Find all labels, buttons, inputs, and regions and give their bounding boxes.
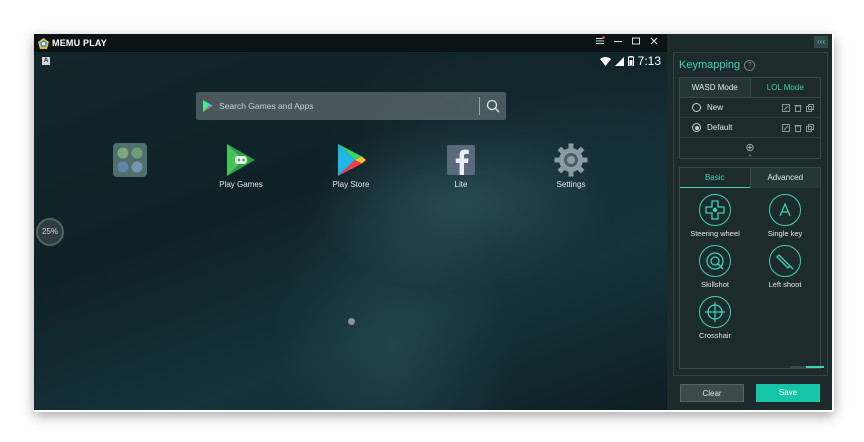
search-divider	[479, 97, 480, 115]
app-logo: MEMU PLAY	[38, 37, 107, 49]
app-label: Play Store	[332, 180, 370, 189]
signal-icon	[614, 56, 624, 66]
delete-icon[interactable]	[794, 104, 802, 112]
key-label: Single key	[767, 229, 803, 238]
radio-button-selected[interactable]	[692, 123, 701, 132]
play-store-icon	[338, 144, 366, 176]
left-shoot-icon	[769, 245, 801, 277]
key-left-shoot[interactable]: Left shoot	[750, 245, 820, 289]
search-bar[interactable]: Search Games and Apps	[196, 92, 506, 120]
progress-indicator: 25%	[36, 218, 64, 246]
notification-badge: A	[42, 57, 50, 65]
profile-row-default[interactable]: Default	[680, 118, 820, 138]
panel-title: Keymapping ?	[679, 59, 827, 71]
profile-name: Default	[707, 123, 733, 132]
title-bar: MEMU PLAY	[34, 34, 667, 52]
key-steering-wheel[interactable]: Steering wheel	[680, 194, 750, 238]
radio-button[interactable]	[692, 103, 701, 112]
scroll-indicator[interactable]	[790, 366, 824, 368]
emulator-window: MEMU PLAY A 7:13 Search Games and Apps P…	[34, 34, 832, 410]
save-button[interactable]: Save	[756, 384, 820, 402]
minimize-icon[interactable]	[613, 36, 623, 48]
crosshair-icon	[699, 296, 731, 328]
app-label: Lite	[454, 180, 468, 189]
keymapping-panel: ‹‹‹ Keymapping ? WASD Mode LOL Mode New	[667, 34, 832, 410]
play-games-icon	[227, 144, 255, 176]
app-title: MEMU PLAY	[52, 38, 107, 48]
collapse-panel-button[interactable]: ‹‹‹	[814, 36, 828, 48]
search-placeholder: Search Games and Apps	[219, 101, 314, 111]
app-settings[interactable]: Settings	[536, 142, 606, 189]
battery-icon	[627, 56, 634, 66]
memu-logo-icon	[38, 37, 49, 49]
clear-button[interactable]: Clear	[680, 384, 744, 402]
chevron-up-icon[interactable]: ⌃	[680, 155, 820, 162]
help-icon[interactable]: ?	[744, 59, 756, 71]
copy-icon[interactable]	[806, 103, 814, 112]
app-label: Settings	[556, 180, 586, 189]
key-label: Crosshair	[698, 331, 732, 340]
edit-icon[interactable]	[782, 123, 790, 132]
maximize-icon[interactable]	[631, 36, 641, 48]
facebook-lite-icon	[447, 145, 475, 175]
app-grid: Play Games Play Store Lite Settings	[34, 142, 667, 202]
key-crosshair[interactable]: Crosshair	[680, 296, 750, 340]
key-label: Skillshot	[701, 280, 729, 289]
edit-icon[interactable]	[782, 103, 790, 112]
search-icon[interactable]	[486, 99, 500, 113]
tab-lol-mode[interactable]: LOL Mode	[749, 78, 820, 98]
hamburger-menu-icon[interactable]	[595, 36, 605, 48]
close-icon[interactable]	[649, 36, 659, 48]
key-label: Left shoot	[768, 280, 802, 289]
app-lite[interactable]: Lite	[426, 142, 496, 189]
status-bar: A 7:13	[34, 52, 667, 70]
profile-name: New	[707, 103, 724, 112]
profile-row-new[interactable]: New	[680, 98, 820, 118]
page-indicator-dot	[348, 318, 355, 325]
tab-advanced[interactable]: Advanced	[749, 168, 820, 188]
app-folder[interactable]	[95, 142, 165, 180]
google-play-icon	[203, 100, 213, 112]
skillshot-icon	[699, 245, 731, 277]
android-screen[interactable]: A 7:13 Search Games and Apps Play Games …	[34, 52, 667, 410]
settings-gear-icon	[554, 143, 588, 177]
app-label: Play Games	[219, 180, 263, 189]
key-single-key[interactable]: Single key	[750, 194, 820, 238]
steering-wheel-icon	[699, 194, 731, 226]
key-label: Steering wheel	[690, 229, 740, 238]
delete-icon[interactable]	[794, 124, 802, 132]
key-palette: Basic Advanced Steering wheel Single key…	[679, 167, 824, 369]
key-skillshot[interactable]: Skillshot	[680, 245, 750, 289]
copy-icon[interactable]	[806, 123, 814, 132]
keymapping-title: Keymapping	[679, 59, 741, 71]
clock: 7:13	[637, 54, 661, 68]
app-play-store[interactable]: Play Store	[316, 142, 386, 189]
app-play-games[interactable]: Play Games	[206, 142, 276, 189]
single-key-icon	[769, 194, 801, 226]
app-folder-icon	[113, 143, 147, 177]
tab-basic[interactable]: Basic	[680, 168, 750, 188]
wifi-icon	[599, 56, 611, 66]
mode-selector: WASD Mode LOL Mode New Default ⊕ ⌃	[679, 77, 821, 162]
tab-wasd-mode[interactable]: WASD Mode	[680, 78, 750, 98]
